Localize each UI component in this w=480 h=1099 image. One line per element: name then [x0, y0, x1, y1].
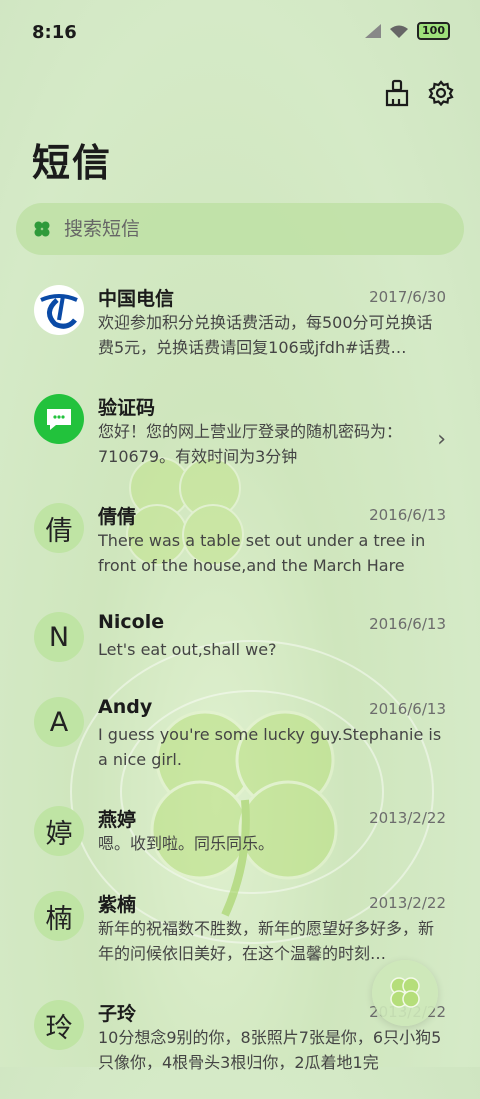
contact-avatar: 玲	[34, 1000, 84, 1050]
conversation-preview: 您好！您的网上营业厅登录的随机密码为：710679。有效时间为3分钟	[98, 422, 403, 466]
status-time: 8:16	[32, 22, 77, 43]
conversation-name: 燕婷	[98, 809, 137, 831]
conversation-name: 子玲	[98, 1003, 137, 1025]
conversation-item[interactable]: 验证码 您好！您的网上营业厅登录的随机密码为：710679。有效时间为3分钟 ›	[0, 384, 480, 493]
conversation-item[interactable]: A Andy 2016/6/13 I guess you're some luc…	[0, 687, 480, 796]
conversation-preview: 嗯。收到啦。同乐同乐。	[98, 834, 275, 853]
signal-icon	[365, 24, 382, 38]
conversation-item[interactable]: 中国电信 2017/6/30 欢迎参加积分兑换话费活动，每500分可兑换话费5元…	[0, 275, 480, 384]
conversation-preview: 10分想念9别的你，8张照片7张是你，6只小狗5只像你，4根骨头3根归你，2瓜着…	[98, 1028, 442, 1072]
battery-icon: 100	[417, 22, 450, 40]
conversation-name: Andy	[98, 696, 153, 718]
conversation-name: 倩倩	[98, 506, 137, 528]
conversation-date: 2016/6/13	[369, 506, 446, 524]
contact-avatar: 婷	[34, 806, 84, 856]
conversation-item[interactable]: 婷 燕婷 2013/2/22 嗯。收到啦。同乐同乐。	[0, 796, 480, 881]
conversation-date: 2017/6/30	[369, 288, 446, 306]
contact-avatar: 倩	[34, 503, 84, 553]
conversation-preview: Let's eat out,shall we?	[98, 640, 277, 659]
conversation-item[interactable]: 倩 倩倩 2016/6/13 There was a table set out…	[0, 493, 480, 602]
conversation-date: 2016/6/13	[369, 615, 446, 633]
conversation-date: 2013/2/22	[369, 894, 446, 912]
conversation-name: 验证码	[98, 397, 156, 419]
broom-icon[interactable]	[382, 78, 412, 108]
search-input[interactable]	[62, 217, 426, 241]
contact-avatar: A	[34, 697, 84, 747]
contact-avatar: 楠	[34, 891, 84, 941]
conversation-preview: I guess you're some lucky guy.Stephanie …	[98, 725, 442, 769]
status-bar: 8:16 100	[0, 0, 480, 64]
settings-gear-icon[interactable]	[426, 78, 456, 108]
search-bar[interactable]	[16, 203, 464, 255]
conversation-preview: 欢迎参加积分兑换话费活动，每500分可兑换话费5元，兑换话费请回复106或jfd…	[98, 313, 433, 357]
conversation-item[interactable]: N Nicole 2016/6/13 Let's eat out,shall w…	[0, 602, 480, 687]
contact-avatar: N	[34, 612, 84, 662]
conversation-name: 紫楠	[98, 894, 137, 916]
conversation-name: 中国电信	[98, 288, 175, 310]
conversation-date: 2013/2/22	[369, 809, 446, 827]
china-telecom-logo-avatar	[34, 285, 84, 335]
clover-search-icon	[34, 221, 50, 237]
message-bubble-avatar-icon	[34, 394, 84, 444]
status-icons: 100	[365, 22, 450, 40]
header-actions	[382, 78, 456, 108]
compose-fab-button[interactable]	[372, 960, 438, 1026]
conversation-preview: 新年的祝福数不胜数，新年的愿望好多好多，新年的问候依旧美好，在这个温馨的时刻…	[98, 919, 435, 963]
chevron-right-icon: ›	[437, 427, 446, 452]
conversation-preview: There was a table set out under a tree i…	[98, 531, 426, 575]
wifi-icon	[390, 25, 409, 38]
conversation-date: 2016/6/13	[369, 700, 446, 718]
clover-compose-icon	[390, 977, 420, 1008]
page-title: 短信	[32, 141, 113, 185]
conversation-name: Nicole	[98, 611, 165, 633]
